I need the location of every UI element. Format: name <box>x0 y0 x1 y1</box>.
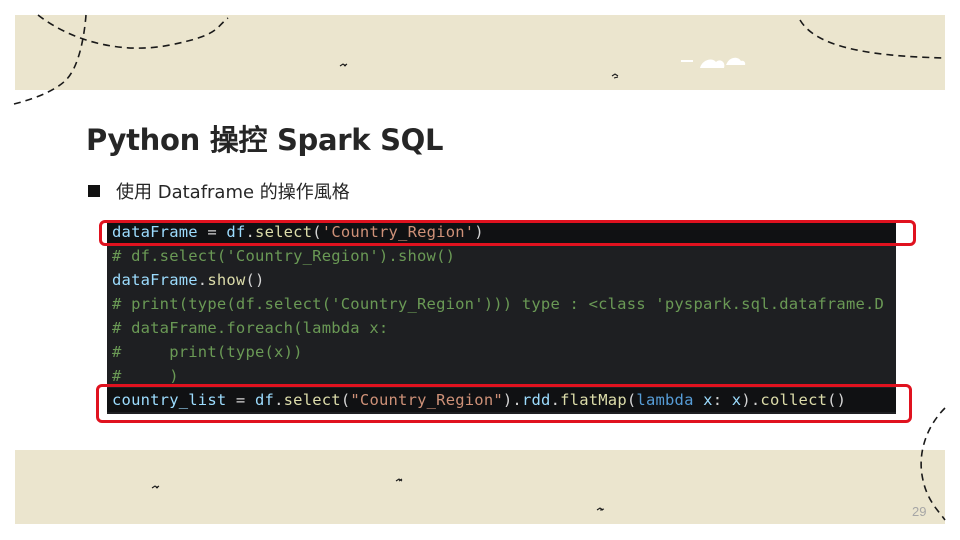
code-token: show <box>207 271 246 289</box>
code-line: # print(type(x)) <box>112 340 303 364</box>
code-line: # print(type(df.select('Country_Region')… <box>112 292 884 316</box>
code-line: # df.select('Country_Region').show() <box>112 244 455 268</box>
code-token: # dataFrame.foreach(lambda x: <box>112 319 389 337</box>
code-token: # print(type(df.select('Country_Region')… <box>112 295 885 313</box>
slide-title: Python 操控 Spark SQL <box>86 123 444 157</box>
page-number: 29 <box>912 504 927 519</box>
code-token: () <box>245 271 265 289</box>
code-token: # print(type(x)) <box>112 343 303 361</box>
cloud-icon <box>681 57 746 68</box>
bullet-square-icon <box>88 185 100 197</box>
bullet-text: 使用 Dataframe 的操作風格 <box>116 182 350 203</box>
code-token: # ) <box>112 367 179 385</box>
bullet-item: 使用 Dataframe 的操作風格 <box>88 178 350 204</box>
code-line: dataFrame.show() <box>112 268 265 292</box>
code-token: dataFrame <box>112 271 198 289</box>
highlight-box-first-line <box>99 220 916 246</box>
code-token: . <box>197 271 208 289</box>
highlight-box-last-line <box>96 384 912 423</box>
code-line: # dataFrame.foreach(lambda x: <box>112 316 388 340</box>
code-token: # df.select('Country_Region').show() <box>112 247 456 265</box>
